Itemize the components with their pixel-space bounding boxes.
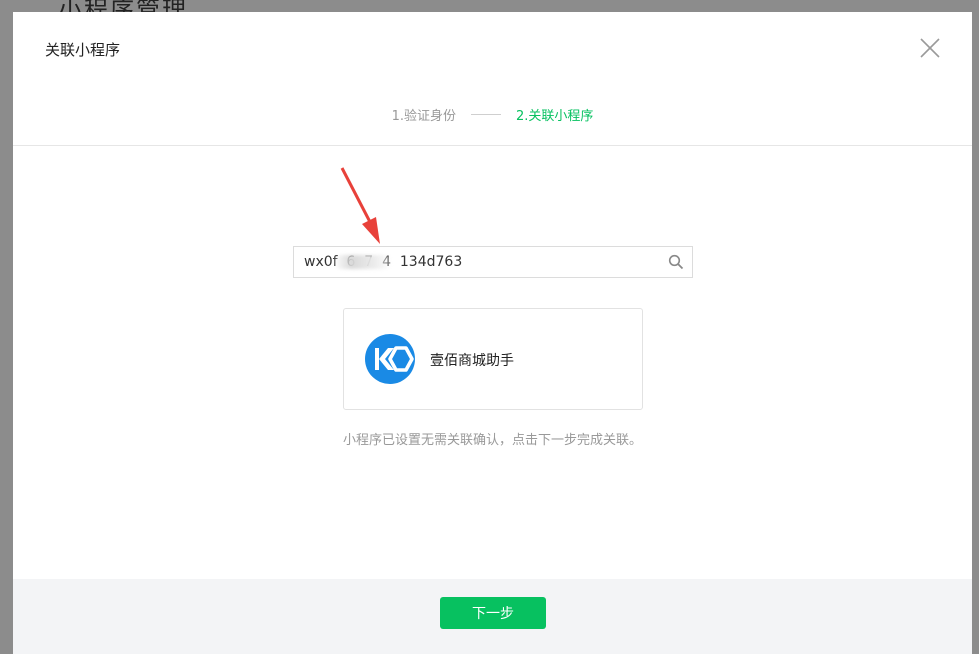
search-icon[interactable] xyxy=(668,254,684,270)
next-step-button[interactable]: 下一步 xyxy=(440,597,546,629)
step-connector xyxy=(471,114,501,115)
associate-miniprogram-dialog: 关联小程序 1.验证身份 2.关联小程序 壹佰商城助手 小程序已设置无需关联确 xyxy=(13,12,972,654)
header-divider xyxy=(13,145,972,146)
step-associate-miniprogram: 2.关联小程序 xyxy=(516,109,594,124)
miniprogram-name: 壹佰商城助手 xyxy=(430,353,514,369)
dialog-title: 关联小程序 xyxy=(45,41,121,59)
ko-logo-icon xyxy=(365,334,415,384)
step-verify-identity: 1.验证身份 xyxy=(391,109,456,124)
step-indicator: 1.验证身份 2.关联小程序 xyxy=(13,105,972,124)
redaction-blur xyxy=(334,255,392,269)
appid-search-box xyxy=(293,246,693,278)
close-button[interactable] xyxy=(918,36,942,60)
hint-text: 小程序已设置无需关联确认，点击下一步完成关联。 xyxy=(343,433,643,448)
miniprogram-result-card[interactable]: 壹佰商城助手 xyxy=(343,308,643,410)
dialog-footer: 下一步 xyxy=(13,579,972,654)
close-icon xyxy=(920,38,940,58)
